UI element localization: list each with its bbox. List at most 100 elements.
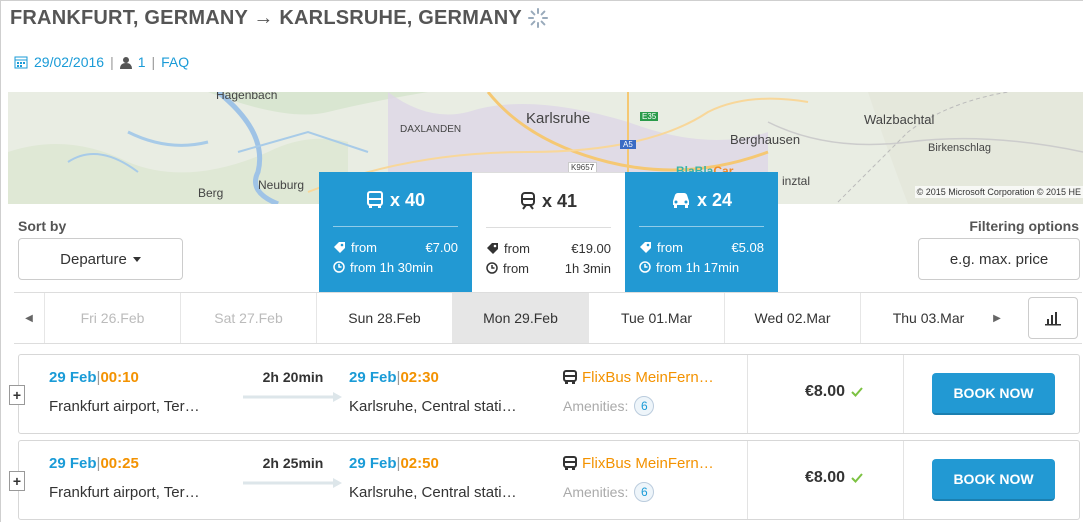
operator-name[interactable]: FlixBus MeinFern… <box>582 369 714 386</box>
date-tab[interactable]: Tue 01.Mar <box>588 293 724 343</box>
date-tab-selected[interactable]: Mon 29.Feb <box>452 293 588 343</box>
car-icon <box>672 193 689 208</box>
checkmark-icon <box>851 473 863 483</box>
caret-down-icon <box>132 256 141 262</box>
arrival-place: Karlsruhe, Central stati… <box>349 398 517 415</box>
trip-date-link[interactable]: 29/02/2016 <box>34 54 104 70</box>
route-title: FRANKFURT, GERMANY → KARLSRUHE, GERMANY <box>10 6 550 30</box>
departure: 29 Feb|00:10 Frankfurt airport, Ter… <box>49 369 200 415</box>
departure-time: 00:25 <box>100 455 139 472</box>
arrival: 29 Feb|02:30 Karlsruhe, Central stati… <box>349 369 517 415</box>
operator-name[interactable]: FlixBus MeinFern… <box>582 455 714 472</box>
date-tab[interactable]: Wed 02.Mar <box>724 293 860 343</box>
departure: 29 Feb|00:25 Frankfurt airport, Ter… <box>49 455 200 501</box>
train-duration-label: from <box>503 260 529 276</box>
car-from-label: from <box>657 239 683 255</box>
departure-place: Frankfurt airport, Ter… <box>49 484 200 501</box>
trip-duration: 2h 20min <box>262 369 324 385</box>
map-label-hagenbach: Hagenbach <box>216 92 278 102</box>
trip-meta: 29/02/2016 | 1 | FAQ <box>14 54 189 70</box>
arrival-time: 02:50 <box>400 455 439 472</box>
arrival-date: 29 Feb <box>349 455 397 472</box>
train-icon <box>520 192 535 210</box>
amenities-badge[interactable]: 6 <box>634 482 655 502</box>
loading-spinner-icon <box>527 8 548 28</box>
price-tag-icon <box>487 242 498 254</box>
operator: FlixBus MeinFern… Amenities: 6 <box>563 369 714 416</box>
divider <box>639 226 764 227</box>
date-selector: ◀ Fri 26.Feb Sat 27.Feb Sun 28.Feb Mon 2… <box>14 292 1082 344</box>
mode-tab-car[interactable]: x 24 from €5.08 from 1h 17min <box>625 172 778 309</box>
person-icon[interactable] <box>119 56 132 69</box>
map-label-e35: E35 <box>640 112 659 121</box>
passenger-count-link[interactable]: 1 <box>138 54 146 70</box>
divider <box>486 227 611 228</box>
bar-chart-icon <box>1045 312 1061 326</box>
departure-date: 29 Feb <box>49 369 97 386</box>
calendar-icon[interactable] <box>14 55 28 69</box>
map-label-karlsruhe: Karlsruhe <box>526 110 591 127</box>
train-duration: 1h 3min <box>564 260 611 276</box>
date-tab[interactable]: Fri 26.Feb <box>44 293 180 343</box>
expand-button[interactable]: + <box>9 385 25 405</box>
divider <box>747 441 748 519</box>
mode-tab-train[interactable]: x 41 from €19.00 from 1h 3min <box>472 172 625 309</box>
train-price: €19.00 <box>571 240 611 256</box>
map-label-walzbachtal: Walzbachtal <box>864 112 935 127</box>
clock-icon <box>333 261 345 273</box>
amenities-badge[interactable]: 6 <box>634 396 655 416</box>
expand-button[interactable]: + <box>9 471 25 491</box>
bus-icon <box>563 456 577 470</box>
price-tag-icon <box>334 241 345 253</box>
departure-date: 29 Feb <box>49 455 97 472</box>
book-now-button[interactable]: BOOK NOW <box>932 459 1055 501</box>
max-price-filter-input[interactable] <box>918 238 1080 280</box>
divider <box>903 441 904 519</box>
date-tab[interactable]: Sun 28.Feb <box>316 293 452 343</box>
meta-separator: | <box>110 54 114 70</box>
price-chart-button[interactable] <box>1028 297 1078 339</box>
sort-by-label: Sort by <box>18 218 67 234</box>
sort-dropdown[interactable]: Departure <box>18 238 183 280</box>
duration-arrow-icon <box>243 392 342 402</box>
price-value: €8.00 <box>805 383 846 400</box>
map-label-birkenschlag: Birkenschlag <box>928 142 991 154</box>
departure-place: Frankfurt airport, Ter… <box>49 398 200 415</box>
bus-icon <box>563 370 577 384</box>
bus-count: x 40 <box>389 189 426 210</box>
book-now-button[interactable]: BOOK NOW <box>932 373 1055 415</box>
amenities-label: Amenities: <box>563 398 629 414</box>
sort-dropdown-value: Departure <box>60 250 127 268</box>
map-copyright: © 2015 Microsoft Corporation © 2015 HE <box>914 186 1083 198</box>
amenities-label: Amenities: <box>563 484 629 500</box>
result-card[interactable]: + 29 Feb|00:10 Frankfurt airport, Ter… 2… <box>9 354 1080 434</box>
triangle-right-icon: ▶ <box>993 312 1001 324</box>
checkmark-icon <box>851 387 863 397</box>
route-title-text: FRANKFURT, GERMANY → KARLSRUHE, GERMANY <box>10 6 522 29</box>
faq-link[interactable]: FAQ <box>161 54 189 70</box>
operator: FlixBus MeinFern… Amenities: 6 <box>563 455 714 502</box>
duration-arrow-icon <box>243 478 342 488</box>
mode-tab-bus[interactable]: x 40 from €7.00 from 1h 30min <box>319 172 472 309</box>
train-from-label: from <box>504 240 530 256</box>
date-tab[interactable]: Sat 27.Feb <box>180 293 316 343</box>
date-tab[interactable]: Thu 03.Mar <box>860 293 996 343</box>
divider <box>903 355 904 433</box>
prev-date-button[interactable]: ◀ <box>14 313 44 324</box>
price-tag-icon <box>640 241 651 253</box>
arrival-time: 02:30 <box>400 369 439 386</box>
next-date-button[interactable]: ▶ <box>982 313 1012 324</box>
bus-from-label: from <box>351 239 377 255</box>
map-label-a5: A5 <box>620 140 636 149</box>
triangle-left-icon: ◀ <box>25 312 33 324</box>
departure-time: 00:10 <box>100 369 139 386</box>
divider <box>747 355 748 433</box>
transport-mode-tabs: x 40 from €7.00 from 1h 30min x 41 from €1… <box>319 172 778 309</box>
arrival: 29 Feb|02:50 Karlsruhe, Central stati… <box>349 455 517 501</box>
clock-icon <box>639 261 651 273</box>
car-duration: from 1h 17min <box>656 259 740 275</box>
map-label-neuburg: Neuburg <box>258 178 305 192</box>
map-label-berghausen: Berghausen <box>730 132 801 147</box>
trip-duration: 2h 25min <box>262 455 324 471</box>
result-card[interactable]: + 29 Feb|00:25 Frankfurt airport, Ter… 2… <box>9 440 1080 520</box>
